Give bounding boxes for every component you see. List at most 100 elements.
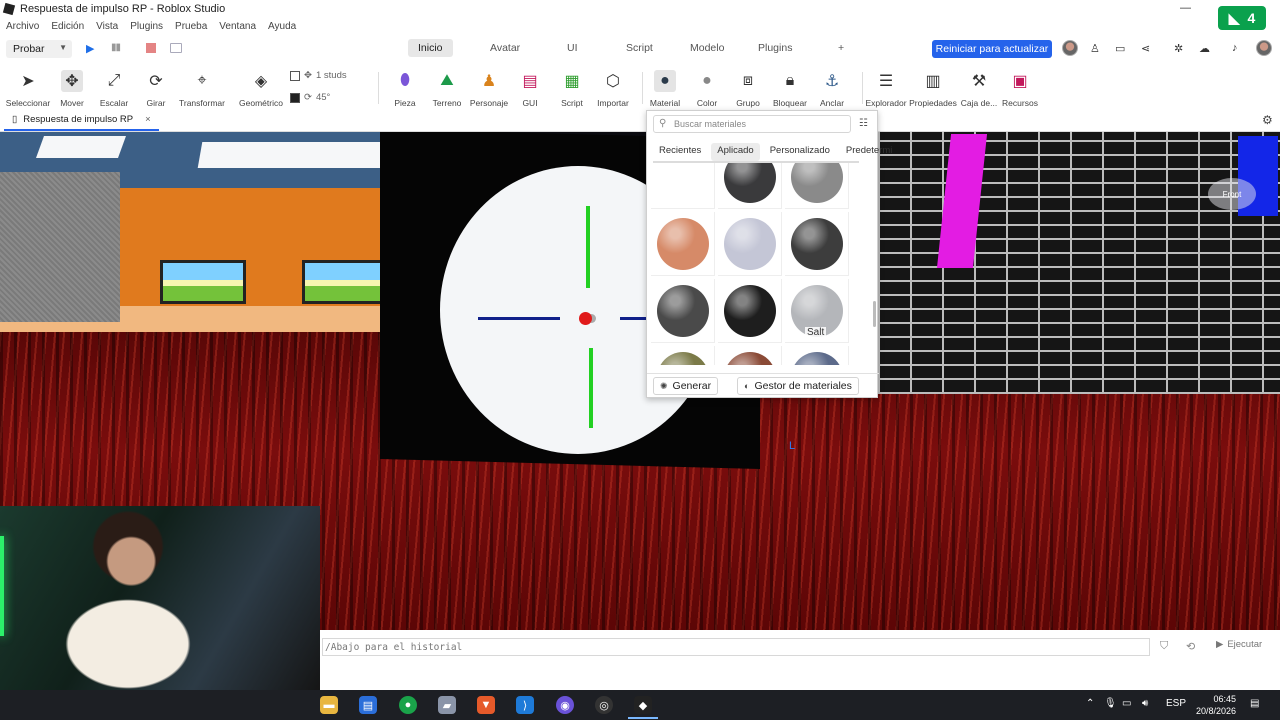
tab-script[interactable]: Script: [626, 42, 653, 54]
k-logo-icon: ◣: [1228, 9, 1240, 26]
avatar[interactable]: [1062, 40, 1078, 56]
studs-checkbox[interactable]: [290, 70, 300, 81]
collaborate-icon[interactable]: ✲: [1174, 42, 1183, 55]
import-tool[interactable]: ⬡ Importar: [588, 66, 638, 108]
minimize-button[interactable]: —: [1180, 2, 1191, 14]
lock-icon: 🔒︎: [785, 72, 795, 89]
generate-label: Generar: [672, 380, 712, 392]
generate-button[interactable]: ✺ Generar: [653, 377, 719, 395]
windows-taskbar: ▬ ▤ ● ▰ ▼ ⟩ ◉ ◎ ◆ ⌃ 🎙︎ ▭ 🔊︎ ESP 06:45 20…: [0, 690, 1280, 720]
rotation-checkbox[interactable]: [290, 92, 300, 103]
material-sphere-icon: [723, 284, 776, 337]
tab-add[interactable]: +: [838, 42, 844, 54]
probar-dropdown[interactable]: Probar ▼: [6, 40, 72, 58]
tab-avatar[interactable]: Avatar: [490, 42, 520, 54]
select-tool[interactable]: ➤ Seleccionar: [3, 66, 53, 108]
app-icon[interactable]: ▰: [438, 696, 456, 714]
history-icon[interactable]: ⟲: [1186, 640, 1195, 653]
volume-icon[interactable]: 🔊︎: [1142, 698, 1148, 709]
restart-update-button[interactable]: Reiniciar para actualizar: [932, 40, 1052, 58]
tab-modelo[interactable]: Modelo: [690, 42, 724, 54]
menu-archivo[interactable]: Archivo: [6, 21, 39, 32]
rotation-snap[interactable]: ⟳ 45°: [290, 92, 330, 103]
material-swatch[interactable]: [785, 163, 849, 209]
properties-tool[interactable]: ▥ Propiedades: [908, 66, 958, 108]
menu-ayuda[interactable]: Ayuda: [268, 21, 296, 32]
document-tabs: ▯ Respuesta de impulso RP × ⚙: [0, 110, 1280, 132]
menu-vista[interactable]: Vista: [96, 21, 118, 32]
menu-edicion[interactable]: Edición: [51, 21, 84, 32]
material-swatch[interactable]: [651, 279, 715, 343]
geometric-mode[interactable]: ◈ Geométrico: [236, 66, 286, 108]
notes-icon[interactable]: ▤: [359, 696, 377, 714]
assets-tool[interactable]: ▣ Recursos: [995, 66, 1045, 108]
material-swatch[interactable]: [651, 212, 715, 276]
material-swatch[interactable]: [718, 279, 782, 343]
search-placeholder: Buscar materiales: [674, 119, 747, 129]
share-icon[interactable]: ⋖: [1141, 42, 1150, 55]
active-app-indicator: [628, 717, 658, 719]
move-handle-right[interactable]: [620, 317, 646, 320]
move-handle-left[interactable]: [478, 317, 560, 320]
pause-icon[interactable]: ▮▮: [111, 42, 121, 53]
bookmark-icon[interactable]: ⛉: [1160, 640, 1168, 653]
material-search-input[interactable]: ⚲ Buscar materiales: [653, 115, 851, 133]
menu-plugins[interactable]: Plugins: [130, 21, 163, 32]
material-swatch[interactable]: [785, 346, 849, 365]
anchor-tool[interactable]: ⚓︎ Anclar: [807, 66, 857, 108]
rotate-tool[interactable]: ⟳ Girar: [131, 66, 181, 108]
tab-predeterminado[interactable]: Predetermi: [840, 143, 898, 161]
obs-icon[interactable]: ◎: [595, 696, 613, 714]
clock[interactable]: 06:45 20/8/2026: [1196, 693, 1236, 717]
close-icon[interactable]: ×: [145, 114, 151, 125]
gear-icon[interactable]: ⚙: [1262, 113, 1273, 127]
chat-icon[interactable]: ▭: [1115, 42, 1125, 55]
view-cube[interactable]: Front: [1208, 178, 1256, 210]
brave-icon[interactable]: ▼: [477, 696, 495, 714]
material-swatch[interactable]: [718, 212, 782, 276]
notifications-icon[interactable]: ♪: [1232, 42, 1238, 54]
doc-tab-place[interactable]: ▯ Respuesta de impulso RP ×: [4, 110, 159, 131]
run-button[interactable]: ▶ Ejecutar: [1216, 639, 1262, 650]
notifications-icon[interactable]: ▤: [1250, 698, 1259, 709]
network-icon[interactable]: ▭: [1122, 698, 1131, 709]
language-indicator[interactable]: ESP: [1166, 698, 1186, 709]
roblox-studio-taskbar-icon[interactable]: ◆: [634, 696, 652, 714]
profile-avatar[interactable]: [1256, 40, 1272, 56]
discord-icon[interactable]: ◉: [556, 696, 574, 714]
tab-inicio[interactable]: Inicio: [408, 39, 453, 57]
play-icon[interactable]: ▶: [86, 42, 94, 55]
cloud-icon[interactable]: ☁: [1199, 42, 1210, 55]
material-swatch[interactable]: [785, 212, 849, 276]
command-input[interactable]: /Abajo para el historial: [322, 638, 1150, 656]
gizmo-center[interactable]: [579, 312, 592, 325]
studs-snap[interactable]: ✥ 1 studs: [290, 70, 347, 81]
chevron-up-icon[interactable]: ⌃: [1086, 698, 1094, 709]
tab-aplicado[interactable]: Aplicado: [711, 143, 760, 161]
stop-icon[interactable]: [146, 43, 156, 53]
explorer-tool[interactable]: ☰ Explorador: [861, 66, 911, 108]
menu-ventana[interactable]: Ventana: [219, 21, 256, 32]
material-manager-button[interactable]: ◐ Gestor de materiales: [737, 377, 859, 395]
menu-prueba[interactable]: Prueba: [175, 21, 207, 32]
tab-recientes[interactable]: Recientes: [653, 143, 707, 161]
material-swatch[interactable]: [651, 163, 715, 209]
device-emulator-icon[interactable]: [170, 43, 182, 53]
list-view-icon[interactable]: ☷: [859, 118, 868, 129]
material-swatch[interactable]: [718, 163, 782, 209]
chevron-down-icon: ▼: [59, 43, 67, 52]
tab-personalizado[interactable]: Personalizado: [764, 143, 836, 161]
chrome-icon[interactable]: ●: [399, 696, 417, 714]
scrollbar[interactable]: [873, 301, 876, 327]
material-swatch[interactable]: [651, 346, 715, 365]
transform-tool[interactable]: ⌖ Transformar: [177, 66, 227, 108]
tab-ui[interactable]: UI: [567, 42, 578, 54]
microphone-icon[interactable]: 🎙︎: [1104, 698, 1117, 709]
move-handle-down[interactable]: [589, 348, 593, 428]
team-create-icon[interactable]: ♙: [1090, 42, 1100, 55]
tab-plugins[interactable]: Plugins: [758, 42, 792, 54]
vscode-icon[interactable]: ⟩: [516, 696, 534, 714]
file-explorer-icon[interactable]: ▬: [320, 696, 338, 714]
material-swatch[interactable]: [718, 346, 782, 365]
move-handle-up[interactable]: [586, 206, 590, 288]
